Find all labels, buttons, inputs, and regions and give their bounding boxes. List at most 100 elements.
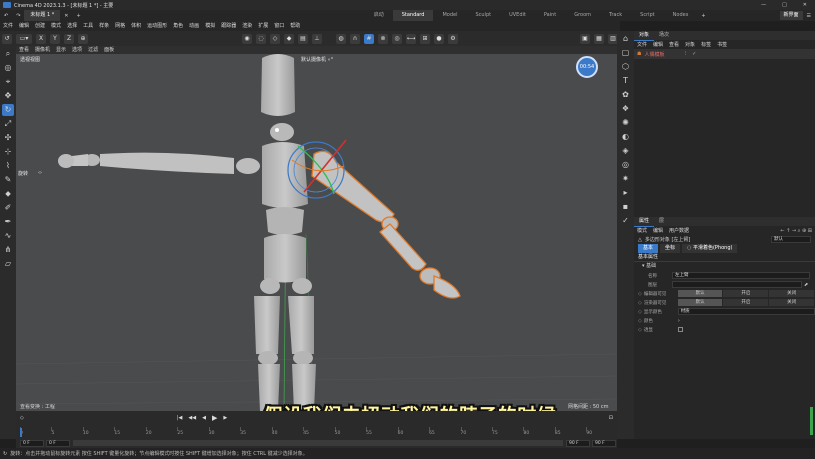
layout-tab-3[interactable]: Model [433,10,466,21]
scale-tool-icon[interactable]: ⤢ [2,118,14,130]
end-frame-field[interactable]: 90 F [566,439,590,447]
search-icon[interactable]: ⌕ [2,48,14,60]
objects-menu-4[interactable]: 对象 [682,40,698,50]
attributes-subtab-2[interactable]: 坐标 [660,244,681,253]
transform-tool-icon[interactable]: ✣ [2,132,14,144]
menu-item-8[interactable]: 网格 [112,21,128,31]
layout-tab-4[interactable]: Sculpt [466,10,500,21]
layout-tab-2[interactable]: Standard [392,10,434,21]
tag-icon[interactable]: ▪ [620,201,632,213]
color-expand-icon[interactable]: › [678,318,680,324]
objects-menu-1[interactable]: 文件 [634,40,650,50]
character-icon[interactable]: ✓ [620,215,632,227]
render-visible-off[interactable]: 关闭 [769,299,814,306]
current-frame-field[interactable]: 0 F [46,439,70,447]
layout-menu-icon[interactable]: ☰ [803,13,815,19]
layout-tab-9[interactable]: Script [631,10,664,21]
menu-item-16[interactable]: 扩展 [255,21,271,31]
keyframe-icon[interactable]: ◇ [20,415,24,421]
display-color-dropdown[interactable]: 材质 [677,308,815,315]
field-icon[interactable]: ◐ [620,131,632,143]
layout-tab-6[interactable]: Paint [535,10,565,21]
magnet-tool-icon[interactable]: ⋔ [2,244,14,256]
spline-icon[interactable]: ✿ [620,89,632,101]
deformer-icon[interactable]: ✺ [620,117,632,129]
play-icon[interactable]: ▶ [209,414,220,422]
snap-icon[interactable]: ∩ [350,33,360,44]
brush-tool-icon[interactable]: ✐ [2,202,14,214]
menu-item-12[interactable]: 动画 [186,21,202,31]
playhead[interactable] [20,428,22,437]
attributes-menu-1[interactable]: 模式 [634,226,650,236]
menu-item-13[interactable]: 模拟 [202,21,218,31]
layout-tab-1[interactable]: 启动 [365,10,393,21]
object-list-row[interactable]: ☗ 人偶模板 ⁝ ✓ [634,49,815,59]
undo-icon[interactable]: ↶ [0,13,12,19]
attr-nav-icons[interactable]: ← ↑ → ⌕ ⊕ ⊞ [780,228,815,234]
coord-z-button[interactable]: Z [64,33,74,44]
axis-mode-icon[interactable]: ⊥ [312,33,322,44]
layout-tab-5[interactable]: UVEdit [500,10,535,21]
add-layout-icon[interactable]: + [697,13,709,19]
layout-tab-8[interactable]: Track [600,10,631,21]
menu-item-15[interactable]: 渲染 [239,21,255,31]
menu-item-4[interactable]: 模式 [48,21,64,31]
objects-menu-2[interactable]: 编辑 [650,40,666,50]
axis-tool-icon[interactable]: ⊹ [2,146,14,158]
attributes-subtab-3[interactable]: ◌ 平滑着色(Phong) [682,244,738,253]
render-visible-on[interactable]: 开启 [723,299,769,306]
timeline-ruler[interactable]: 051015202530354045505560657075808590 [20,427,610,437]
menu-item-2[interactable]: 编辑 [16,21,32,31]
edge-mode-icon[interactable]: ◇ [270,33,280,44]
menu-item-9[interactable]: 体积 [128,21,144,31]
generator-icon[interactable]: ❖ [620,103,632,115]
layout-tab-10[interactable]: Nodes [664,10,698,21]
prev-key-icon[interactable]: ◀◀ [185,415,199,421]
model-mode-icon[interactable]: ◉ [242,33,252,44]
coord-y-button[interactable]: Y [50,33,60,44]
spline-tool-icon[interactable]: ∿ [2,230,14,242]
layer-field[interactable] [672,281,802,288]
render-icon[interactable]: ● [434,33,444,44]
minimize-button[interactable]: — [753,2,774,8]
range-slider[interactable] [73,440,563,446]
grid-snap-icon[interactable]: # [364,33,374,44]
scene-icon[interactable]: ◈ [620,145,632,157]
menu-item-7[interactable]: 样条 [96,21,112,31]
panel-scroll-indicator[interactable] [810,407,813,435]
editor-visible-off[interactable]: 关闭 [769,290,814,297]
point-mode-icon[interactable]: ◌ [256,33,266,44]
polygon-mode-icon[interactable]: ◆ [284,33,294,44]
menu-item-11[interactable]: 角色 [170,21,186,31]
text-icon[interactable]: T [620,75,632,87]
floor-tool-icon[interactable]: ▱ [2,258,14,270]
material-icon[interactable]: ▸ [620,187,632,199]
symmetry-icon[interactable]: ⟷ [406,33,416,44]
menu-item-10[interactable]: 运动图形 [144,21,170,31]
layer-arrow-icon[interactable]: ⬈ [804,282,808,288]
prev-frame-icon[interactable]: ◀ [199,415,209,421]
uv-mode-icon[interactable]: ▤ [298,33,308,44]
start-frame-field[interactable]: 0 F [20,439,44,447]
objects-menu-5[interactable]: 标签 [698,40,714,50]
render-visible-default[interactable]: 默认 [677,299,723,306]
doc-tab-close-icon[interactable]: ✕ [60,13,72,19]
close-button[interactable]: ✕ [795,2,815,8]
menu-item-3[interactable]: 创建 [32,21,48,31]
new-layout-button[interactable]: 新界面 [779,11,803,20]
objects-menu-3[interactable]: 查看 [666,40,682,50]
select-tool-icon[interactable]: ⌖ [2,76,14,88]
pen-tool-icon[interactable]: ✒ [2,216,14,228]
document-tab[interactable]: 未标题 1 * [24,10,61,21]
objects-menu-6[interactable]: 书签 [714,40,730,50]
render-picture-icon[interactable]: ▦ [594,33,604,44]
world-coord-icon[interactable]: ⊕ [78,33,88,44]
lock-icon[interactable]: ⊗ [378,33,388,44]
rotate-tool-icon[interactable]: ↻ [2,104,14,116]
camera-icon[interactable]: ◎ [620,159,632,171]
menu-item-18[interactable]: 帮助 [287,21,303,31]
timeline-settings-icon[interactable]: ⊡ [609,415,617,421]
cube-icon[interactable]: ▢ [620,47,632,59]
next-frame-icon[interactable]: ▶ [220,415,230,421]
tag-check-icon[interactable]: ✓ [692,51,696,57]
